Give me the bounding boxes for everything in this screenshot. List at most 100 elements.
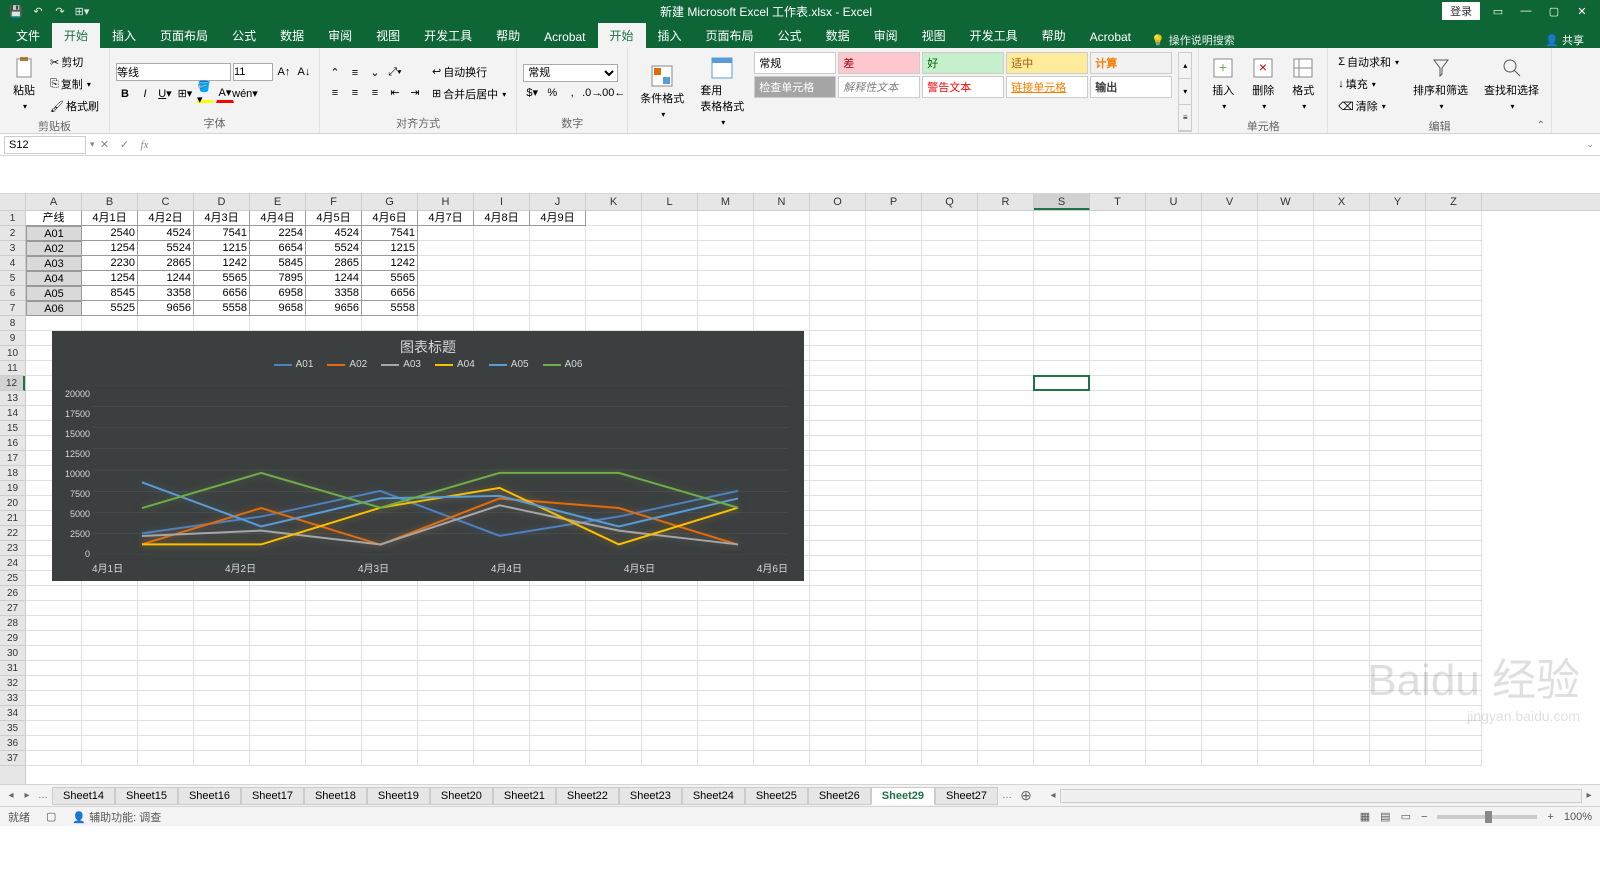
cell[interactable] [1034, 751, 1090, 766]
cell[interactable] [586, 211, 642, 226]
cell[interactable] [1146, 676, 1202, 691]
cell[interactable] [642, 631, 698, 646]
cell[interactable] [866, 706, 922, 721]
cell[interactable] [810, 631, 866, 646]
cut-button[interactable]: ✂ 剪切 [46, 52, 103, 72]
cell[interactable] [1090, 601, 1146, 616]
cell[interactable] [1426, 706, 1482, 721]
cell[interactable] [642, 301, 698, 316]
row-header-26[interactable]: 26 [0, 586, 25, 601]
cell[interactable] [26, 751, 82, 766]
col-header-R[interactable]: R [978, 194, 1034, 210]
cell[interactable] [138, 586, 194, 601]
cell[interactable] [922, 751, 978, 766]
cell[interactable] [1202, 286, 1258, 301]
cell[interactable] [1034, 226, 1090, 241]
cell[interactable] [306, 316, 362, 331]
row-header-12[interactable]: 12 [0, 376, 25, 391]
tab-数据[interactable]: 数据 [268, 23, 316, 48]
cell[interactable] [1426, 571, 1482, 586]
cell[interactable] [1258, 646, 1314, 661]
sheet-tab-Sheet26[interactable]: Sheet26 [808, 787, 871, 805]
cell[interactable] [698, 631, 754, 646]
cell[interactable] [586, 706, 642, 721]
cell[interactable] [810, 256, 866, 271]
cell[interactable] [1202, 241, 1258, 256]
cell[interactable] [26, 631, 82, 646]
cell[interactable] [1034, 436, 1090, 451]
cell[interactable] [1034, 211, 1090, 226]
cell[interactable] [1146, 271, 1202, 286]
col-header-J[interactable]: J [530, 194, 586, 210]
cell[interactable] [306, 586, 362, 601]
cell[interactable] [1202, 571, 1258, 586]
increase-indent-icon[interactable]: ⇥ [406, 84, 424, 102]
cell[interactable] [1258, 361, 1314, 376]
formula-input[interactable] [155, 136, 1581, 154]
row-header-28[interactable]: 28 [0, 616, 25, 631]
cell[interactable]: 2230 [82, 256, 138, 271]
cell[interactable] [698, 706, 754, 721]
cell[interactable] [1258, 466, 1314, 481]
cell[interactable] [1258, 271, 1314, 286]
cell[interactable] [1090, 721, 1146, 736]
cell[interactable] [978, 376, 1034, 391]
cell[interactable] [810, 466, 866, 481]
undo-icon[interactable]: ↶ [30, 3, 46, 19]
cell[interactable] [698, 721, 754, 736]
collapse-ribbon-icon[interactable]: ⌃ [1537, 120, 1545, 131]
cell[interactable] [1034, 526, 1090, 541]
cell[interactable] [1426, 346, 1482, 361]
cell[interactable] [922, 286, 978, 301]
col-header-P[interactable]: P [866, 194, 922, 210]
cell[interactable] [1258, 481, 1314, 496]
cell[interactable] [1370, 346, 1426, 361]
sort-filter-button[interactable]: 排序和筛选 [1407, 52, 1474, 116]
cell[interactable] [1090, 661, 1146, 676]
format-painter-button[interactable]: 🖌 格式刷 [46, 96, 103, 116]
cell[interactable] [978, 676, 1034, 691]
cell[interactable] [1426, 241, 1482, 256]
cell[interactable] [530, 631, 586, 646]
cell[interactable] [362, 661, 418, 676]
cell[interactable] [1034, 616, 1090, 631]
cell[interactable] [866, 211, 922, 226]
cell[interactable] [922, 466, 978, 481]
cell[interactable] [1090, 511, 1146, 526]
cell[interactable] [250, 316, 306, 331]
style-警告文本[interactable]: 警告文本 [922, 76, 1004, 98]
cell[interactable] [866, 556, 922, 571]
sheet-tab-Sheet24[interactable]: Sheet24 [682, 787, 745, 805]
cell[interactable] [194, 616, 250, 631]
cell[interactable] [1258, 436, 1314, 451]
cell[interactable] [530, 616, 586, 631]
cell[interactable] [1314, 751, 1370, 766]
col-header-E[interactable]: E [250, 194, 306, 210]
cell[interactable] [642, 226, 698, 241]
orientation-icon[interactable]: ⤢▾ [386, 64, 404, 82]
cell[interactable] [642, 241, 698, 256]
row-header-15[interactable]: 15 [0, 421, 25, 436]
view-page-break-icon[interactable]: ▭ [1401, 810, 1411, 823]
minimize-icon[interactable]: — [1516, 5, 1536, 17]
cell[interactable] [642, 211, 698, 226]
cell[interactable] [1034, 496, 1090, 511]
cell[interactable] [698, 226, 754, 241]
autosum-button[interactable]: Σ 自动求和 [1334, 52, 1403, 72]
cell[interactable] [1314, 361, 1370, 376]
cell[interactable] [530, 661, 586, 676]
sheet-tab-Sheet29[interactable]: Sheet29 [871, 787, 935, 805]
cell[interactable] [866, 331, 922, 346]
row-header-22[interactable]: 22 [0, 526, 25, 541]
cell[interactable] [1426, 511, 1482, 526]
cell[interactable] [1314, 691, 1370, 706]
cell[interactable] [194, 691, 250, 706]
cell[interactable] [194, 586, 250, 601]
cell[interactable] [1146, 571, 1202, 586]
row-header-31[interactable]: 31 [0, 661, 25, 676]
cell[interactable] [866, 616, 922, 631]
cell[interactable] [810, 286, 866, 301]
cell[interactable] [1146, 496, 1202, 511]
cell[interactable] [418, 676, 474, 691]
cell[interactable]: A04 [26, 271, 82, 286]
